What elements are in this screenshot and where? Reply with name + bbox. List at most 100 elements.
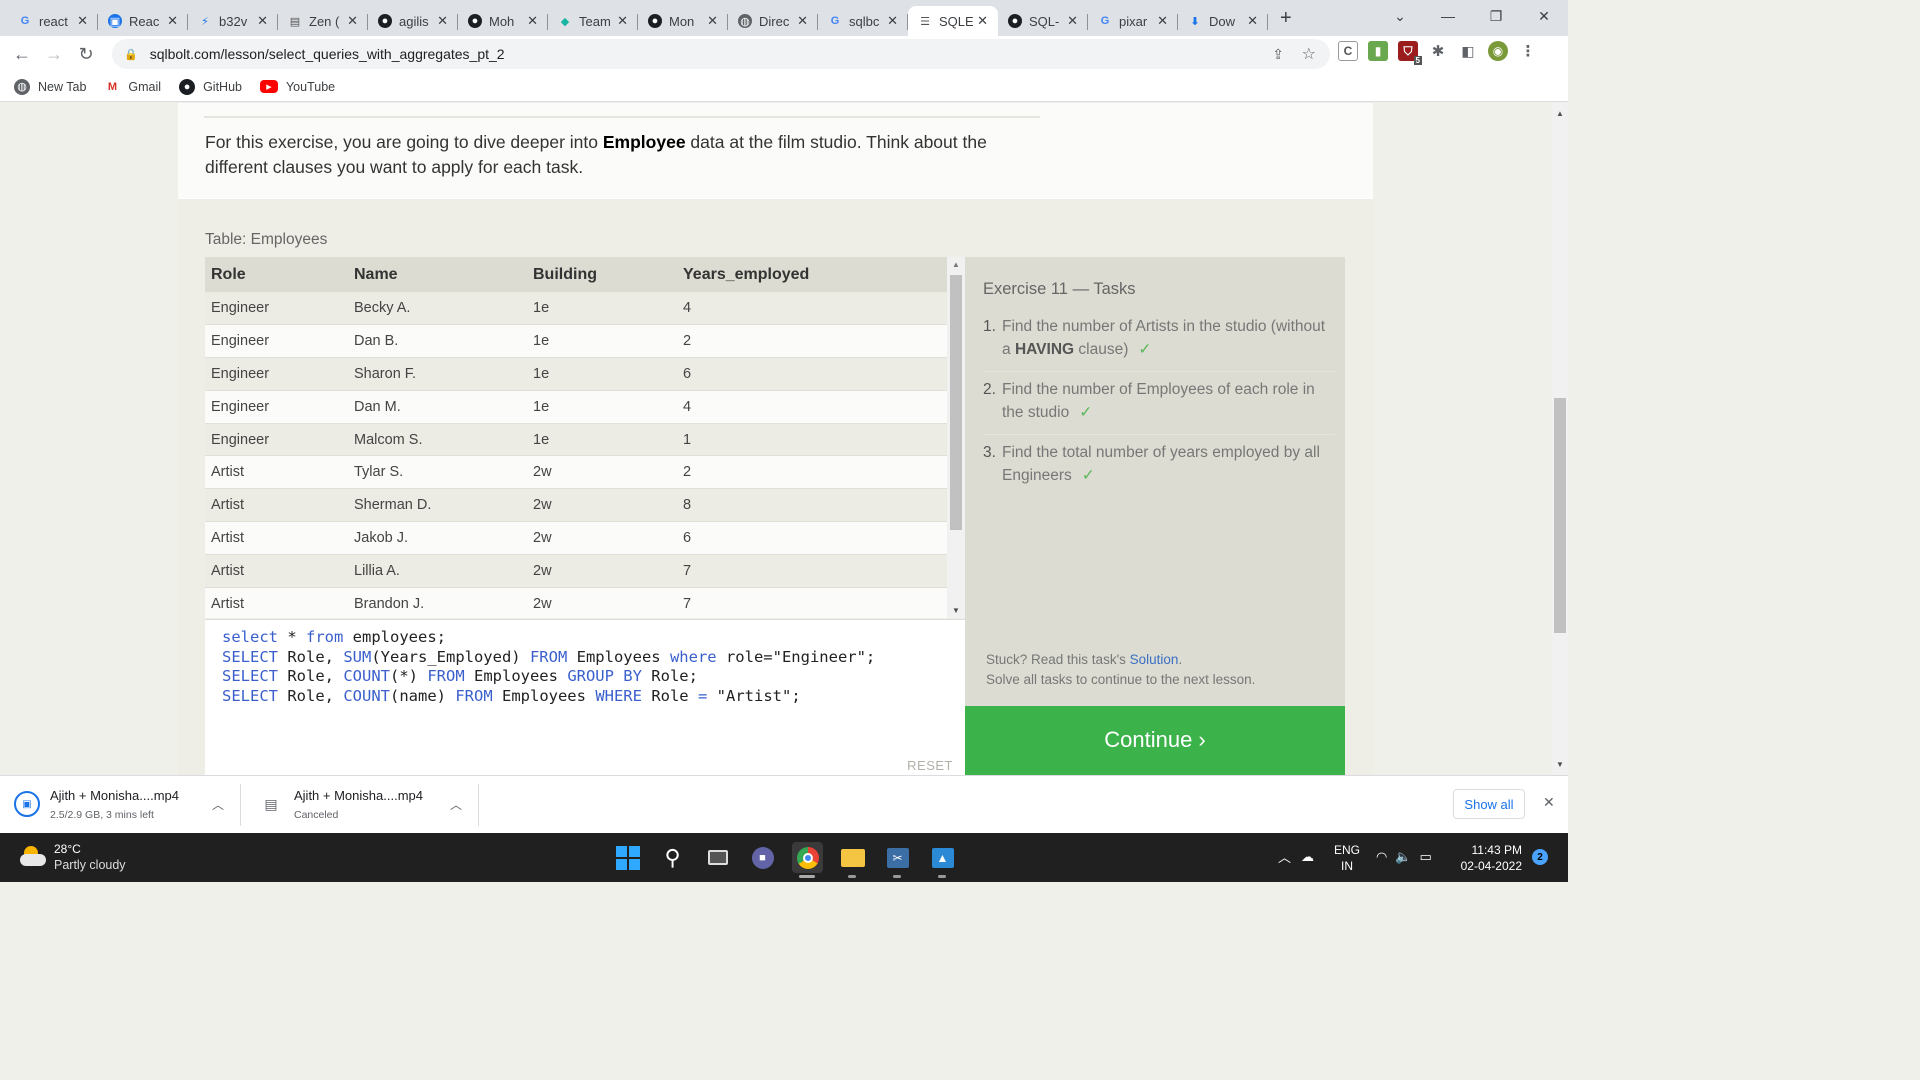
table-cell: 2w [527,521,677,555]
side-panel-icon[interactable]: ◧ [1458,41,1478,61]
bookmark-github[interactable]: ● GitHub [179,78,242,95]
scroll-up-arrow-icon[interactable]: ▲ [1556,109,1564,118]
extension-chart-icon[interactable]: ▮ [1368,41,1388,61]
browser-tab[interactable]: Greact ✕ [8,6,98,36]
task-view-icon[interactable] [702,842,733,873]
bookmark-youtube[interactable]: ▶ YouTube [259,80,335,94]
task-number: 3. [983,444,996,461]
back-button[interactable]: ← [6,44,38,65]
scroll-up-arrow-icon[interactable]: ▲ [952,260,960,269]
scroll-down-arrow-icon[interactable]: ▼ [1556,760,1564,769]
close-tab-icon[interactable]: ✕ [797,13,808,29]
file-explorer-icon[interactable] [837,842,868,878]
sql-text: Employees [567,647,670,666]
sql-editor[interactable]: select * from employees; SELECT Role, SUM… [205,619,965,775]
browser-tab[interactable]: ⬇ Dow ✕ [1178,6,1268,36]
reset-button[interactable]: RESET [907,758,953,773]
download-item[interactable]: ▣ Ajith + Monisha....mp4 2.5/2.9 GB, 3 mi… [14,776,240,832]
browser-tab[interactable]: ● Mon ✕ [638,6,728,36]
chevron-up-icon[interactable]: ︿ [1278,847,1291,866]
chrome-icon[interactable] [792,842,823,878]
table-scrollbar[interactable]: ▲ ▼ [947,257,965,618]
browser-tab[interactable]: Gsqlbc ✕ [818,6,908,36]
sql-text: Role, [278,647,344,666]
table-cell: 1e [527,357,677,391]
browser-tab[interactable]: ▤ Zen (✕ [278,6,368,36]
react-doc-icon: ▣ [108,14,122,28]
show-all-button[interactable]: Show all [1453,789,1525,819]
close-tab-icon[interactable]: ✕ [1157,13,1168,29]
close-tab-icon[interactable]: ✕ [887,13,898,29]
tab-label: Direc [759,13,790,29]
language-indicator[interactable]: ENG IN [1334,842,1360,874]
ublock-icon[interactable]: ⛉ 5 [1398,41,1422,65]
close-tab-icon[interactable]: ✕ [527,13,538,29]
tab-search-icon[interactable]: ⌄ [1376,8,1424,25]
close-tab-icon[interactable]: ✕ [347,13,358,29]
sql-code[interactable]: select * from employees; SELECT Role, SUM… [222,628,875,706]
close-tab-icon[interactable]: ✕ [77,13,88,29]
close-tab-icon[interactable]: ✕ [257,13,268,29]
menu-dots-icon[interactable]: ⋮ [1518,41,1538,61]
code-line: SELECT Role, COUNT(name) FROM Employees … [222,687,875,707]
extension-c-icon[interactable]: C [1338,41,1358,61]
browser-tab[interactable]: ▣ Reac ✕ [98,6,188,36]
windows-start-icon[interactable] [612,842,643,873]
results-table-container[interactable]: Role Name Building Years_employed Engineer B… [205,257,965,618]
chevron-up-icon[interactable]: ︿ [450,796,462,813]
chevron-up-icon[interactable]: ︿ [212,796,224,813]
browser-tab[interactable]: ◆ Team ✕ [548,6,638,36]
sql-keyword: where [669,647,717,666]
onedrive-cloud-icon[interactable]: ☁ [1301,849,1314,865]
close-tab-icon[interactable]: ✕ [617,13,628,29]
browser-tab[interactable]: ● SQL- ✕ [998,6,1088,36]
new-tab-button[interactable]: + [1280,7,1292,30]
browser-tab[interactable]: ⚡ b32v ✕ [188,6,278,36]
restore-button[interactable]: ❐ [1472,8,1520,25]
notification-badge[interactable]: 2 [1532,849,1548,865]
column-header: Name [348,257,527,292]
share-icon[interactable]: ⇪ [1272,46,1284,63]
scroll-down-arrow-icon[interactable]: ▼ [952,606,960,615]
forward-button[interactable]: → [38,44,70,65]
table-cell: Artist [205,554,348,588]
search-icon[interactable]: ⚲ [657,842,688,873]
download-item[interactable]: ▤ Ajith + Monisha....mp4 Canceled ︿ [258,776,478,832]
weather-widget[interactable]: 28°C Partly cloudy [20,842,126,872]
bookmark-star-icon[interactable]: ☆ [1302,44,1316,64]
continue-button[interactable]: Continue › [965,706,1345,775]
url-text: sqlbolt.com/lesson/select_queries_with_a… [149,46,505,62]
url-field[interactable]: 🔒 sqlbolt.com/lesson/select_queries_with… [112,39,1330,69]
scroll-thumb[interactable] [950,275,962,530]
table-cell: Engineer [205,390,348,424]
puzzle-icon[interactable]: ✱ [1428,41,1448,61]
clock[interactable]: 11:43 PM 02-04-2022 [1456,842,1522,874]
close-tab-icon[interactable]: ✕ [707,13,718,29]
photos-icon[interactable]: ▲ [927,842,958,878]
close-icon[interactable]: ✕ [1543,794,1555,811]
page-scrollbar[interactable]: ▲ ▼ [1552,103,1568,775]
browser-tab[interactable]: ● Moh ✕ [458,6,548,36]
extensions-area: C ▮ ⛉ 5 ✱ ◧ ◉ ⋮ [1338,41,1538,65]
snipping-tool-icon[interactable]: ✂ [882,842,913,878]
close-window-button[interactable]: ✕ [1520,8,1568,25]
reload-button[interactable]: ↻ [70,44,102,65]
solution-link[interactable]: Solution [1130,652,1179,667]
bookmark-gmail[interactable]: M Gmail [104,79,161,95]
close-tab-icon[interactable]: ✕ [437,13,448,29]
browser-tab[interactable]: ☰ SQLE ✕ [908,6,998,36]
minimize-button[interactable]: — [1424,8,1472,24]
bookmark-new-tab[interactable]: ◍ New Tab [14,78,86,95]
browser-tab[interactable]: ● agilis ✕ [368,6,458,36]
browser-tab[interactable]: Gpixar ✕ [1088,6,1178,36]
tab-label: Mon [669,13,695,29]
close-tab-icon[interactable]: ✕ [167,13,178,29]
close-tab-icon[interactable]: ✕ [977,13,988,29]
close-tab-icon[interactable]: ✕ [1067,13,1078,29]
avatar[interactable]: ◉ [1488,41,1508,61]
teams-chat-icon[interactable]: ■ [747,842,778,873]
browser-tab[interactable]: ◍ Direc ✕ [728,6,818,36]
close-tab-icon[interactable]: ✕ [1247,13,1258,29]
status-icons[interactable]: ◠ 🔈 ▭ [1376,849,1432,865]
page-scroll-thumb[interactable] [1554,398,1566,633]
